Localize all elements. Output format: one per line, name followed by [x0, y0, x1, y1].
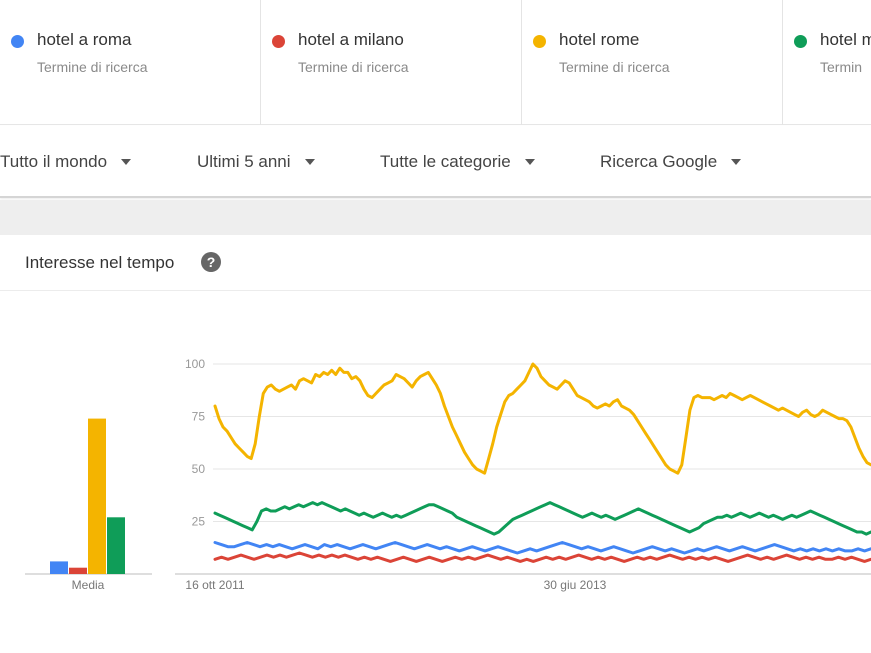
- category-dropdown[interactable]: Tutte le categorie: [380, 126, 535, 198]
- search-term-label: hotel m: [820, 30, 871, 49]
- series-color-dot: [794, 35, 807, 48]
- interest-chart: 100 75 50 25 16 ott 2011 30 giu 2013 Media: [25, 357, 871, 592]
- series-line: [213, 362, 871, 475]
- section-gap: [0, 200, 871, 235]
- filter-bar: Tutto il mondo Ultimi 5 anni Tutte le ca…: [0, 126, 871, 198]
- y-tick-label: 50: [192, 462, 206, 476]
- dropdown-arrow-icon: [121, 159, 132, 165]
- series-line: [213, 541, 871, 555]
- series-color-dot: [272, 35, 285, 48]
- y-tick-label: 25: [192, 515, 206, 529]
- card-title: Interesse nel tempo: [25, 253, 175, 272]
- search-term-3[interactable]: hotel rome Termine di ricerca: [522, 0, 783, 125]
- search-term-type: Termin: [820, 59, 863, 75]
- x-tick-label: 16 ott 2011: [185, 578, 244, 592]
- search-term-type: Termine di ricerca: [37, 59, 148, 75]
- search-terms-bar: hotel a roma Termine di ricerca hotel a …: [0, 0, 871, 125]
- period-dropdown[interactable]: Ultimi 5 anni: [197, 126, 315, 198]
- x-tick-label: 30 giu 2013: [544, 578, 607, 592]
- search-term-1[interactable]: hotel a roma Termine di ricerca: [0, 0, 261, 125]
- dropdown-arrow-icon: [524, 159, 535, 165]
- search-term-type: Termine di ricerca: [559, 59, 670, 75]
- source-dropdown-label: Ricerca Google: [600, 152, 718, 171]
- series-line: [213, 551, 871, 563]
- region-dropdown-label: Tutto il mondo: [0, 152, 108, 171]
- source-dropdown[interactable]: Ricerca Google: [600, 126, 742, 198]
- average-label: Media: [72, 578, 105, 592]
- average-bar: [50, 561, 68, 574]
- search-term-2[interactable]: hotel a milano Termine di ricerca: [261, 0, 522, 125]
- interest-over-time-card: Interesse nel tempo ? 100 75 50 25 16 ott 20…: [0, 235, 871, 653]
- average-bar: [88, 418, 106, 574]
- series-color-dot: [11, 35, 24, 48]
- dropdown-arrow-icon: [731, 159, 742, 165]
- search-term-type: Termine di ricerca: [298, 59, 409, 75]
- region-dropdown[interactable]: Tutto il mondo: [0, 126, 132, 198]
- average-bar: [69, 567, 87, 574]
- dropdown-arrow-icon: [304, 159, 315, 165]
- search-term-label: hotel rome: [559, 30, 640, 49]
- help-icon[interactable]: ?: [201, 252, 221, 272]
- series-color-dot: [533, 35, 546, 48]
- search-term-label: hotel a roma: [37, 30, 132, 49]
- category-dropdown-label: Tutte le categorie: [380, 152, 511, 171]
- y-tick-label: 75: [192, 410, 206, 424]
- period-dropdown-label: Ultimi 5 anni: [197, 152, 291, 171]
- average-bar: [107, 517, 125, 574]
- card-header: Interesse nel tempo ?: [0, 235, 871, 291]
- search-term-4[interactable]: hotel m Termin: [783, 0, 871, 125]
- series-line: [213, 501, 871, 536]
- search-term-label: hotel a milano: [298, 30, 404, 49]
- y-tick-label: 100: [185, 357, 205, 371]
